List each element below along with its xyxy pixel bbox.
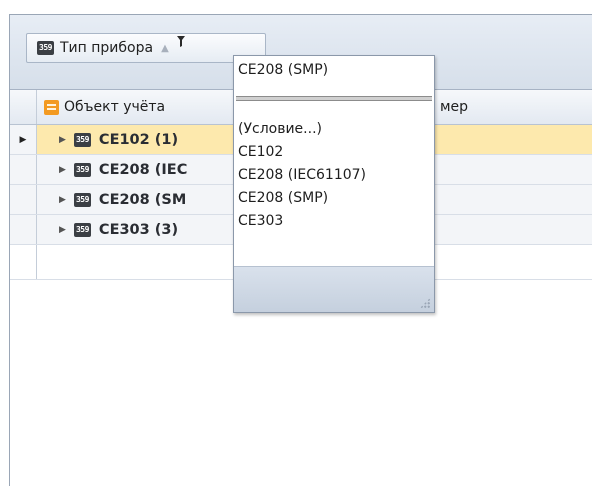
table-icon (44, 99, 59, 115)
filter-option-ce208-smp[interactable]: CE208 (SMP) (238, 187, 366, 210)
resize-grip-icon[interactable] (420, 298, 430, 308)
filter-option-condition[interactable]: (Условие...) (238, 118, 366, 141)
row-indicator (10, 245, 37, 279)
group-chip-device-type[interactable]: 359 Тип прибора ▲ (26, 33, 266, 63)
expand-arrow-icon[interactable]: ▶ (59, 165, 66, 175)
expand-arrow-icon[interactable]: ▶ (59, 135, 66, 145)
filter-option-ce208-iec[interactable]: CE208 (IEC61107) (238, 164, 366, 187)
device-icon: 359 (73, 132, 91, 147)
row-indicator (10, 155, 37, 184)
expand-arrow-icon[interactable]: ▶ (59, 225, 66, 235)
row-indicator (10, 215, 37, 244)
group-row-label: CE208 (SM (98, 191, 187, 208)
filter-current-value[interactable]: CE208 (SMP) (238, 62, 328, 78)
column-header-number[interactable]: мер (440, 90, 468, 124)
filter-option-ce303[interactable]: CE303 (238, 210, 366, 233)
filter-dropdown: CE208 (SMP) (Условие...) CE102 CE208 (IE… (233, 55, 435, 313)
device-icon: 359 (73, 162, 91, 177)
device-icon: 359 (73, 192, 91, 207)
filter-icon[interactable] (176, 36, 185, 50)
group-chip-label: Тип прибора (60, 40, 154, 56)
filter-dropdown-footer (234, 266, 434, 312)
device-icon: 359 (73, 222, 91, 237)
row-indicator (10, 185, 37, 214)
group-row-label: CE102 (1) (98, 131, 179, 148)
filter-option-ce102[interactable]: CE102 (238, 141, 366, 164)
filter-separator (236, 96, 432, 101)
row-indicator: ▶ (10, 125, 37, 154)
header-indicator-cell (10, 90, 37, 124)
expand-arrow-icon[interactable]: ▶ (59, 195, 66, 205)
column-header-object-label: Объект учёта (64, 99, 166, 115)
column-header-number-label: мер (440, 99, 469, 115)
group-row-label: CE303 (3) (98, 221, 179, 238)
filter-options-list: (Условие...) CE102 CE208 (IEC61107) CE20… (238, 118, 366, 233)
current-row-pointer-icon: ▶ (19, 134, 27, 145)
device-icon: 359 (37, 41, 54, 55)
group-row-label: CE208 (IEC (98, 161, 188, 178)
sort-ascending-icon[interactable]: ▲ (161, 43, 169, 54)
column-header-object[interactable]: Объект учёта (37, 90, 237, 124)
